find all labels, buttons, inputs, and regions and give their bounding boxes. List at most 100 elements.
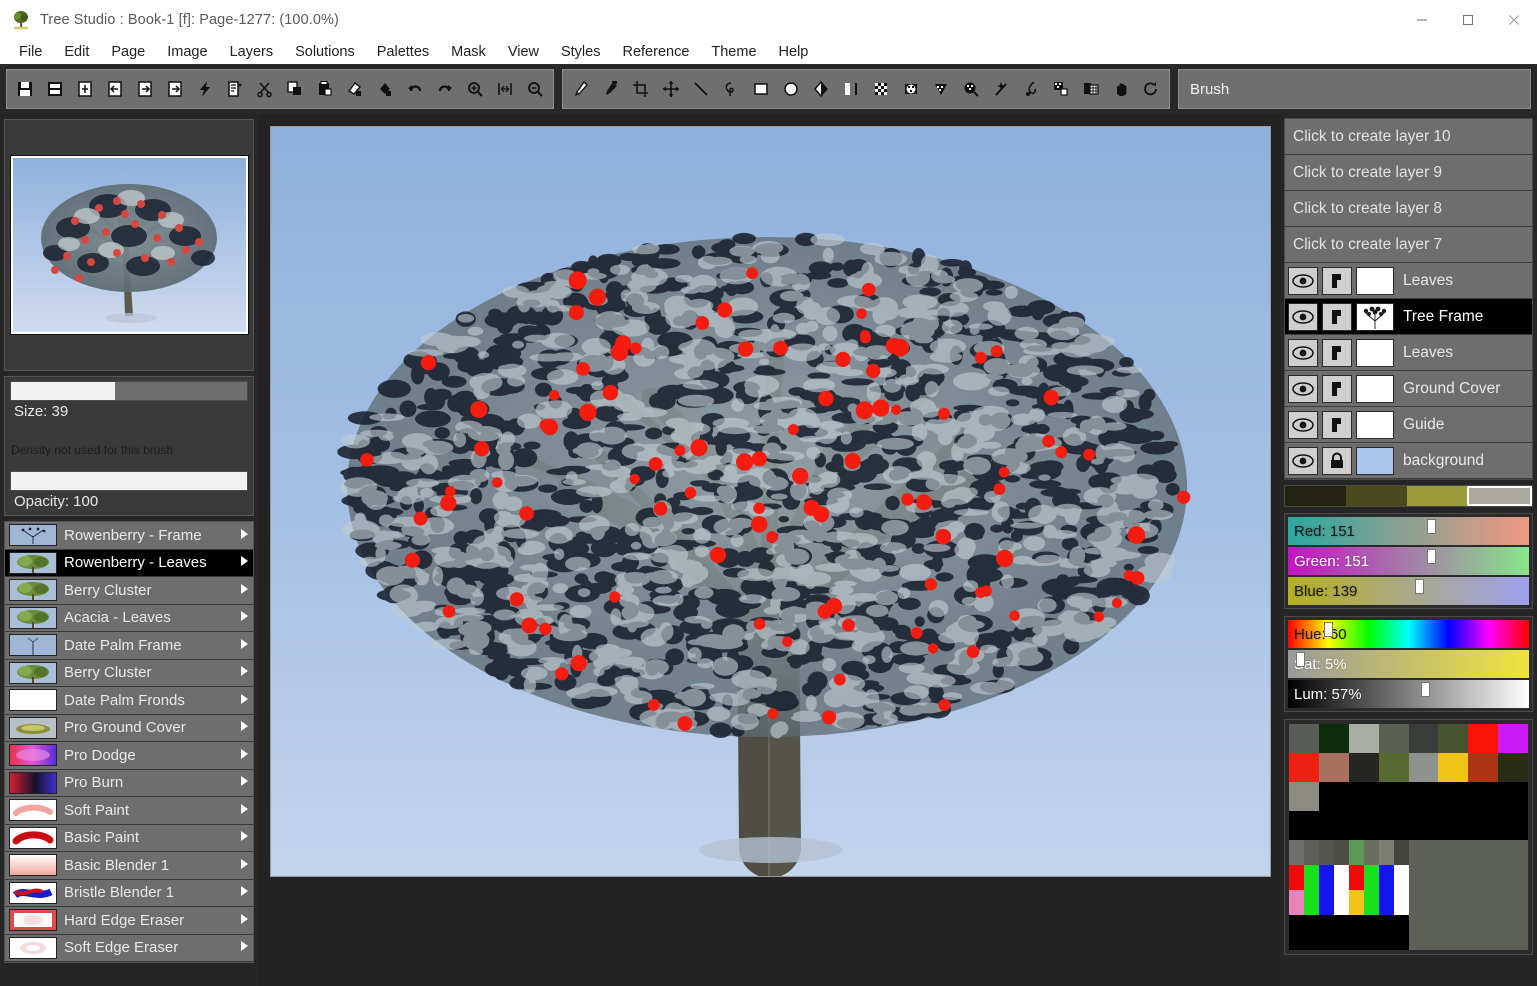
brush-expand-arrow-icon[interactable] <box>235 720 253 735</box>
create-layer-slot[interactable]: Click to create layer 8 <box>1285 191 1532 227</box>
palette-swatch[interactable] <box>1289 890 1304 915</box>
palette-swatch[interactable] <box>1318 724 1349 753</box>
brush-expand-arrow-icon[interactable] <box>235 638 253 653</box>
dither-icon[interactable] <box>896 72 926 106</box>
layer-lock-closed-icon[interactable] <box>1322 446 1352 475</box>
palette-swatch[interactable] <box>1468 811 1499 840</box>
palette-swatch[interactable] <box>1289 865 1304 890</box>
size-slider[interactable] <box>10 381 248 401</box>
palette-swatch[interactable] <box>1348 915 1379 950</box>
lightning-icon[interactable] <box>190 72 220 106</box>
minimize-button[interactable] <box>1399 0 1445 39</box>
palette-swatch[interactable] <box>1303 840 1319 865</box>
palette-swatch[interactable] <box>1318 840 1334 865</box>
menu-item-reference[interactable]: Reference <box>611 42 700 62</box>
brush-list-item[interactable]: Date Palm Fronds <box>5 687 253 715</box>
brush-list-item[interactable]: Rowenberry - Leaves <box>5 549 253 577</box>
palette-swatch[interactable] <box>1348 724 1379 753</box>
palette-swatch[interactable] <box>1289 840 1304 865</box>
page-next-icon[interactable] <box>130 72 160 106</box>
palette-swatch[interactable] <box>1348 753 1379 782</box>
page-prev-icon[interactable] <box>100 72 130 106</box>
color-slider-knob[interactable] <box>1296 652 1306 667</box>
rectangle-icon[interactable] <box>746 72 776 106</box>
brush-expand-arrow-icon[interactable] <box>235 583 253 598</box>
grid-paste-icon[interactable] <box>1076 72 1106 106</box>
palette-swatch[interactable] <box>1378 865 1394 890</box>
opacity-slider[interactable] <box>10 471 248 491</box>
palette-swatch[interactable] <box>1318 890 1334 915</box>
layer-visibility-eye-icon[interactable] <box>1288 338 1318 367</box>
create-layer-slot[interactable]: Click to create layer 10 <box>1285 119 1532 155</box>
maximize-button[interactable] <box>1445 0 1491 39</box>
palette-swatch[interactable] <box>1498 753 1528 782</box>
palette-swatch[interactable] <box>1468 753 1499 782</box>
palette-swatch[interactable] <box>1333 890 1349 915</box>
recent-swatch[interactable] <box>1406 486 1468 506</box>
recent-swatch[interactable] <box>1467 486 1532 506</box>
color-slider-knob[interactable] <box>1415 579 1425 594</box>
rotate-icon[interactable] <box>1136 72 1166 106</box>
drawing-canvas[interactable] <box>270 126 1271 877</box>
move-icon[interactable] <box>656 72 686 106</box>
page-duplicate-icon[interactable] <box>160 72 190 106</box>
brush-list-item[interactable]: Berry Cluster <box>5 577 253 605</box>
palette-swatch[interactable] <box>1393 840 1409 865</box>
palette-swatch[interactable] <box>1318 865 1334 890</box>
zoom-out-icon[interactable] <box>520 72 550 106</box>
close-button[interactable] <box>1491 0 1537 39</box>
brush-list-item[interactable]: Hard Edge Eraser <box>5 907 253 935</box>
layer-visibility-eye-icon[interactable] <box>1288 410 1318 439</box>
menu-item-solutions[interactable]: Solutions <box>284 42 366 62</box>
brush-expand-arrow-icon[interactable] <box>235 913 253 928</box>
layer-visibility-eye-icon[interactable] <box>1288 374 1318 403</box>
layer-row[interactable]: background <box>1285 443 1532 479</box>
palette-swatch[interactable] <box>1498 811 1528 840</box>
brush-expand-arrow-icon[interactable] <box>235 858 253 873</box>
palette-swatch[interactable] <box>1408 753 1439 782</box>
eyedropper-icon[interactable] <box>596 72 626 106</box>
menu-item-image[interactable]: Image <box>156 42 218 62</box>
menu-item-styles[interactable]: Styles <box>550 42 612 62</box>
create-layer-slot[interactable]: Click to create layer 7 <box>1285 227 1532 263</box>
palette-swatch[interactable] <box>1438 753 1469 782</box>
palette-swatch[interactable] <box>1303 865 1319 890</box>
palette-swatch[interactable] <box>1378 724 1409 753</box>
palette-empty-area[interactable] <box>1408 840 1528 950</box>
brush-expand-arrow-icon[interactable] <box>235 940 253 955</box>
brush-expand-arrow-icon[interactable] <box>235 748 253 763</box>
mask-icon[interactable] <box>926 72 956 106</box>
palette-swatch[interactable] <box>1378 915 1409 950</box>
layer-visibility-eye-icon[interactable] <box>1288 266 1318 295</box>
color-slider-hue[interactable]: Hue: 60 <box>1288 620 1529 648</box>
redo-icon[interactable] <box>430 72 460 106</box>
pattern-select-icon[interactable] <box>956 72 986 106</box>
layer-lock-open-icon[interactable] <box>1322 374 1352 403</box>
color-slider-lum[interactable]: Lum: 57% <box>1288 680 1529 708</box>
color-slider-red[interactable]: Red: 151 <box>1288 517 1529 545</box>
menu-item-mask[interactable]: Mask <box>440 42 497 62</box>
brush-expand-arrow-icon[interactable] <box>235 665 253 680</box>
brush-expand-arrow-icon[interactable] <box>235 885 253 900</box>
page-thumbnail[interactable] <box>9 155 249 335</box>
palette-swatch[interactable] <box>1348 840 1364 865</box>
palette-swatch[interactable] <box>1318 915 1349 950</box>
hand-icon[interactable] <box>1106 72 1136 106</box>
palette-swatch[interactable] <box>1348 811 1379 840</box>
checker-pattern-icon[interactable] <box>866 72 896 106</box>
layer-lock-open-icon[interactable] <box>1322 410 1352 439</box>
scissors-icon[interactable] <box>250 72 280 106</box>
copy-icon[interactable] <box>280 72 310 106</box>
palette-swatch[interactable] <box>1318 811 1349 840</box>
palette-swatch[interactable] <box>1348 782 1379 811</box>
layer-lock-open-icon[interactable] <box>1322 302 1352 331</box>
palette-swatch[interactable] <box>1378 840 1394 865</box>
layer-visibility-eye-icon[interactable] <box>1288 302 1318 331</box>
layer-row[interactable]: Leaves <box>1285 335 1532 371</box>
brush-list-item[interactable]: Basic Paint <box>5 824 253 852</box>
color-slider-knob[interactable] <box>1426 549 1436 564</box>
menu-item-palettes[interactable]: Palettes <box>366 42 440 62</box>
menu-item-theme[interactable]: Theme <box>700 42 767 62</box>
palette-swatch[interactable] <box>1289 724 1319 753</box>
fill-stamp-icon[interactable] <box>370 72 400 106</box>
